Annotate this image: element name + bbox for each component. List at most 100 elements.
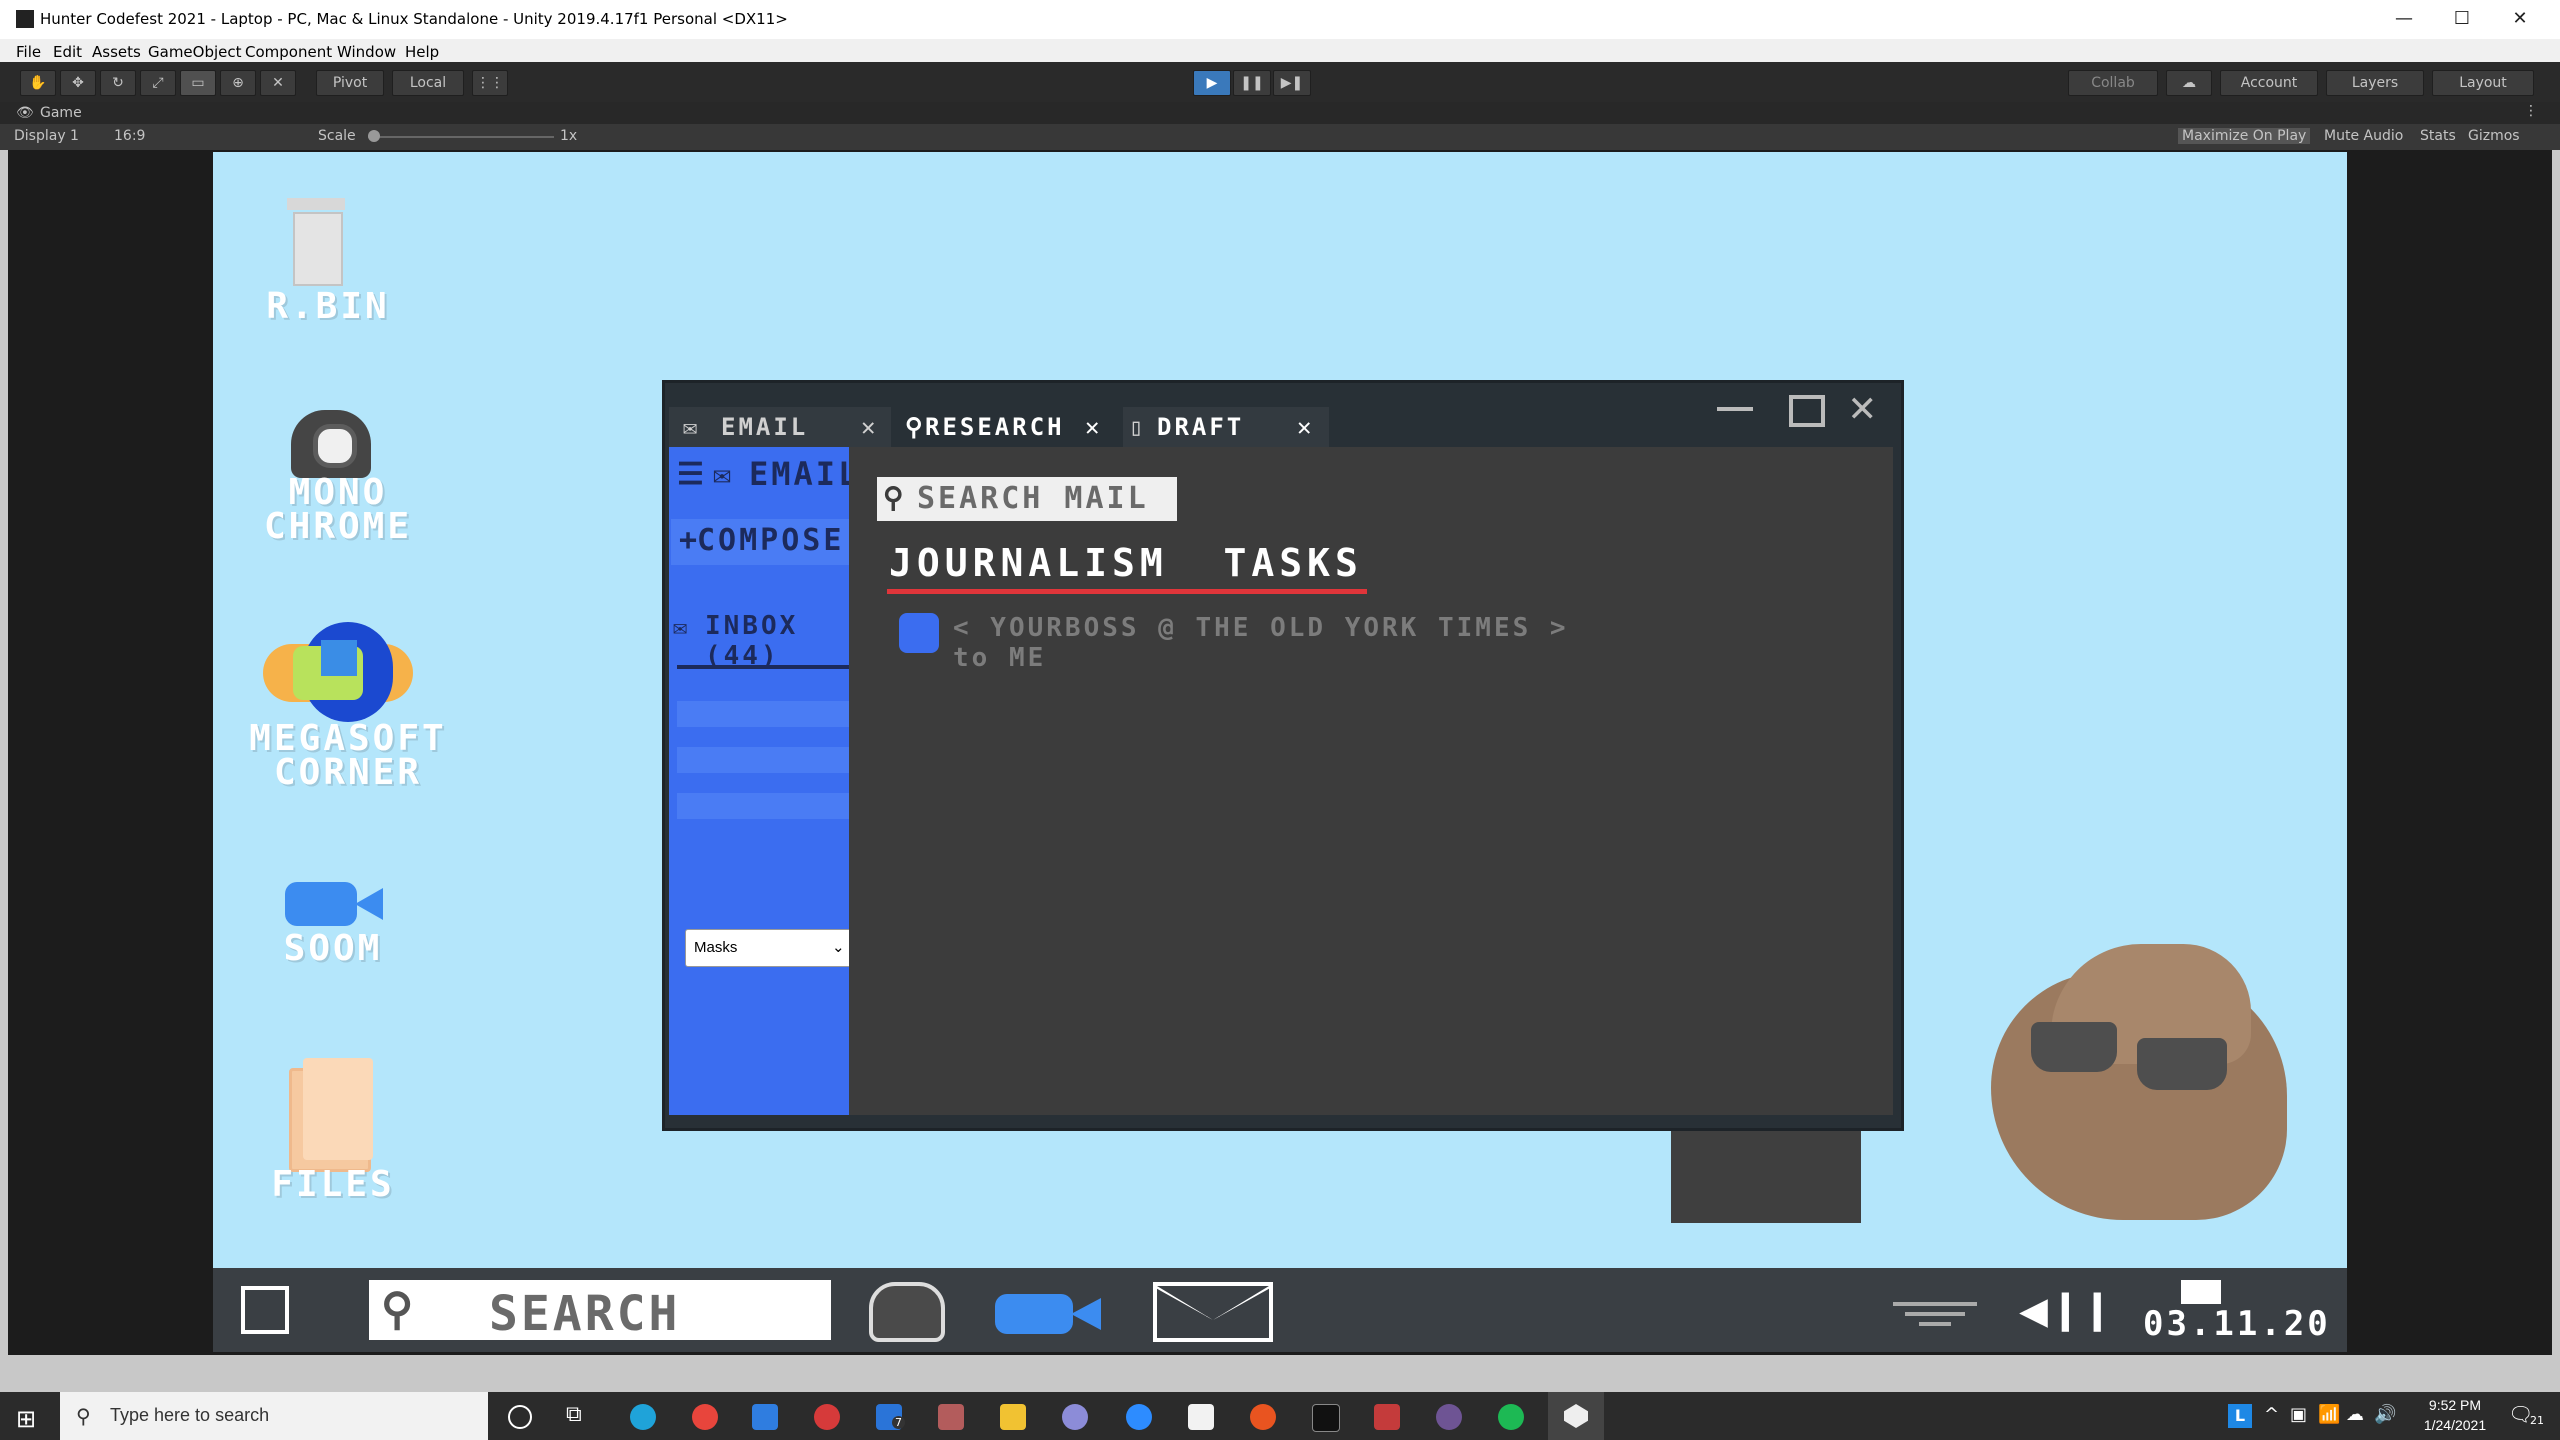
- github-icon[interactable]: [1436, 1404, 1462, 1430]
- menu-window[interactable]: Window: [337, 43, 396, 61]
- os-clock[interactable]: 9:52 PM 1/24/2021: [2410, 1395, 2500, 1435]
- cloud-app-icon[interactable]: [814, 1404, 840, 1430]
- minimize-button[interactable]: —: [2374, 4, 2434, 34]
- lang-icon[interactable]: L: [2228, 1404, 2252, 1428]
- grid-snap-icon[interactable]: ⋮⋮: [472, 70, 508, 96]
- camera-icon[interactable]: [285, 882, 385, 926]
- mail-folder-placeholder[interactable]: [677, 793, 869, 819]
- start-icon[interactable]: [241, 1286, 289, 1334]
- windows-start-icon[interactable]: ⊞: [16, 1405, 36, 1433]
- cortana-icon[interactable]: [508, 1405, 532, 1429]
- tab-close-icon[interactable]: ✕: [1297, 407, 1314, 447]
- menu-file[interactable]: File: [16, 43, 41, 61]
- terminal-icon[interactable]: [1312, 1404, 1340, 1432]
- compose-button[interactable]: + COMPOSE: [671, 519, 879, 565]
- app-icon[interactable]: [1374, 1404, 1400, 1430]
- game-search-input[interactable]: ⚲ SEARCH: [369, 1280, 831, 1342]
- play-button[interactable]: ▶: [1193, 70, 1231, 96]
- tab-game[interactable]: Game: [40, 105, 82, 121]
- cloud-icon[interactable]: ☁: [2166, 70, 2212, 96]
- aspect-dropdown[interactable]: 16:9: [114, 128, 145, 144]
- menu-help[interactable]: Help: [405, 43, 439, 61]
- globe-icon[interactable]: [263, 622, 413, 722]
- close-button[interactable]: ✕: [2490, 4, 2550, 34]
- tab-research[interactable]: ⚲ RESEARCH ✕: [899, 407, 1115, 447]
- potato-mascot[interactable]: [1991, 942, 2287, 1230]
- menu-gameobject[interactable]: GameObject: [148, 43, 242, 61]
- app-icon[interactable]: [1062, 1404, 1088, 1430]
- volume-icon[interactable]: 🔊: [2374, 1404, 2396, 1425]
- mail-folder-placeholder[interactable]: [677, 747, 869, 773]
- ubuntu-icon[interactable]: [1250, 1404, 1276, 1430]
- tab-draft[interactable]: ▯ DRAFT ✕: [1123, 407, 1329, 447]
- tab-close-icon[interactable]: ✕: [1085, 407, 1102, 447]
- layers-dropdown[interactable]: Layers: [2326, 70, 2424, 96]
- pivot-toggle[interactable]: Pivot: [316, 70, 384, 96]
- browser-icon[interactable]: [869, 1282, 945, 1342]
- cloud-sync-icon[interactable]: ☁: [2346, 1404, 2364, 1425]
- search-icon: ⚲: [883, 481, 907, 514]
- recycle-bin-icon[interactable]: [281, 198, 351, 286]
- file-explorer-icon[interactable]: [1000, 1404, 1026, 1430]
- account-dropdown[interactable]: Account: [2220, 70, 2318, 96]
- message-from[interactable]: < YOURBOSS @ THE OLD YORK TIMES >: [953, 613, 1569, 643]
- network-icon[interactable]: 📶: [2318, 1404, 2340, 1425]
- step-button[interactable]: ▶❚: [1273, 70, 1311, 96]
- menu-edit[interactable]: Edit: [53, 43, 82, 61]
- custom-tool-icon[interactable]: ✕: [260, 70, 296, 96]
- unity-logo-icon: [16, 10, 34, 28]
- wifi-icon[interactable]: [1893, 1294, 1977, 1330]
- scale-slider[interactable]: [368, 130, 554, 142]
- stats-toggle[interactable]: Stats: [2420, 128, 2456, 144]
- edge-icon[interactable]: [630, 1404, 656, 1430]
- document-icon[interactable]: [1188, 1404, 1214, 1430]
- task-view-icon[interactable]: ⧉: [566, 1402, 582, 1427]
- rect-tool-icon[interactable]: ▭: [180, 70, 216, 96]
- local-toggle[interactable]: Local: [392, 70, 464, 96]
- maximize-on-play-toggle[interactable]: Maximize On Play: [2178, 128, 2311, 144]
- transform-tool-icon[interactable]: ⊕: [220, 70, 256, 96]
- pause-button[interactable]: ❚❚: [1233, 70, 1271, 96]
- mail-folder-placeholder[interactable]: [677, 701, 869, 727]
- game-viewport: R.BIN MONO CHROME MEGASOFT CORNER SOOM F…: [213, 152, 2347, 1268]
- menu-component[interactable]: Component: [245, 43, 332, 61]
- tab-email[interactable]: ✉ EMAIL ✕: [669, 407, 891, 447]
- mail-app-icon[interactable]: 7: [876, 1404, 905, 1430]
- tab-research-label: RESEARCH: [925, 413, 1065, 441]
- spotify-icon[interactable]: [1498, 1404, 1524, 1430]
- category-select[interactable]: Masks ⌄: [685, 929, 853, 967]
- maximize-button[interactable]: ☐: [2432, 4, 2492, 34]
- unity-taskbar-item[interactable]: [1548, 1392, 1604, 1440]
- mute-audio-toggle[interactable]: Mute Audio: [2324, 128, 2403, 144]
- mail-sidebar: ☰ ✉ EMAIL + COMPOSE ✉ INBOX (44) Masks ⌄: [669, 447, 879, 1115]
- menu-assets[interactable]: Assets: [92, 43, 141, 61]
- scale-tool-icon[interactable]: ⤢: [140, 70, 176, 96]
- hamburger-icon[interactable]: ☰: [677, 457, 707, 492]
- display-dropdown[interactable]: Display 1: [14, 128, 79, 144]
- device-icon[interactable]: ▣: [2290, 1404, 2307, 1425]
- chrome-icon[interactable]: [692, 1404, 718, 1430]
- panel-menu-icon[interactable]: ⋮: [2524, 103, 2538, 119]
- collab-button[interactable]: Collab: [2068, 70, 2158, 96]
- zoom-icon[interactable]: [1126, 1404, 1152, 1430]
- rotate-tool-icon[interactable]: ↻: [100, 70, 136, 96]
- hand-tool-icon[interactable]: ✋: [20, 70, 56, 96]
- browser-icon[interactable]: [291, 410, 371, 478]
- scale-slider-thumb[interactable]: [368, 130, 380, 142]
- layout-dropdown[interactable]: Layout: [2432, 70, 2534, 96]
- chevron-up-icon[interactable]: ^: [2264, 1404, 2279, 1425]
- store-icon[interactable]: [752, 1404, 778, 1430]
- mail-icon[interactable]: [1153, 1282, 1273, 1342]
- desktop-label-files: FILES: [271, 1164, 395, 1205]
- gizmos-dropdown[interactable]: Gizmos: [2468, 128, 2520, 144]
- tab-close-icon[interactable]: ✕: [861, 407, 878, 447]
- os-search-input[interactable]: ⚲ Type here to search: [60, 1392, 488, 1440]
- game-char-icon[interactable]: [938, 1404, 964, 1430]
- move-tool-icon[interactable]: ✥: [60, 70, 96, 96]
- camera-icon[interactable]: [995, 1294, 1103, 1334]
- inbox-item[interactable]: ✉ INBOX (44): [671, 609, 879, 671]
- volume-icon[interactable]: ◀❙❙: [2019, 1282, 2115, 1338]
- search-mail-input[interactable]: ⚲ SEARCH MAIL: [877, 477, 1177, 521]
- folder-icon[interactable]: [289, 1058, 375, 1172]
- compose-label: COMPOSE: [697, 523, 845, 558]
